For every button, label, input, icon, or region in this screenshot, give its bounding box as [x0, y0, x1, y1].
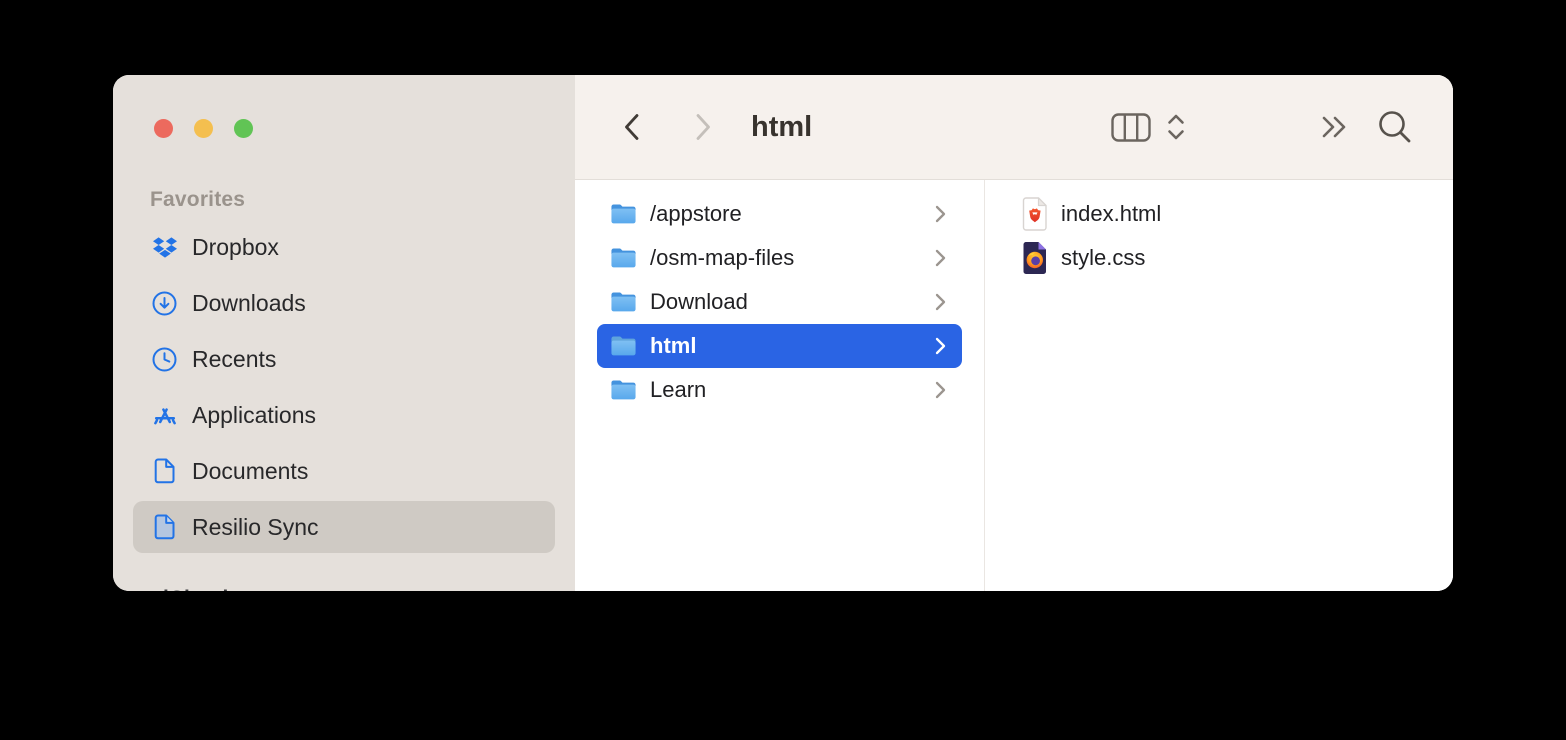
- item-name: Download: [650, 289, 748, 315]
- list-item-osm-map-files[interactable]: /osm-map-files: [597, 236, 962, 280]
- sidebar-item-resilio-sync[interactable]: Resilio Sync: [133, 501, 555, 553]
- sidebar-item-label: Documents: [192, 458, 308, 485]
- sidebar-section-favorites: Favorites: [150, 188, 245, 212]
- sidebar-item-applications[interactable]: Applications: [133, 387, 555, 443]
- window-title: html: [751, 75, 812, 179]
- document-icon: [151, 458, 178, 484]
- view-options-button[interactable]: [1163, 75, 1189, 179]
- list-item-index-html[interactable]: index.html: [1007, 192, 1431, 236]
- sidebar-item-downloads[interactable]: Downloads: [133, 275, 555, 331]
- main-pane: html: [575, 75, 1453, 591]
- sidebar-item-recents[interactable]: Recents: [133, 331, 555, 387]
- chevron-right-icon: [935, 381, 946, 399]
- sidebar-item-label: Dropbox: [192, 234, 279, 261]
- sidebar-item-label: Downloads: [192, 290, 306, 317]
- downloads-circle-icon: [151, 291, 178, 316]
- item-name: style.css: [1061, 245, 1145, 271]
- sidebar-list: Dropbox Downloads: [113, 219, 575, 555]
- column-view-button[interactable]: [1105, 75, 1157, 179]
- document-tinted-icon: [151, 514, 178, 540]
- item-name: /appstore: [650, 201, 742, 227]
- list-item-learn[interactable]: Learn: [597, 368, 962, 412]
- list-item-style-css[interactable]: style.css: [1007, 236, 1431, 280]
- back-chevron-icon: [623, 113, 640, 141]
- folder-icon: [610, 247, 637, 269]
- sidebar-item-label: Applications: [192, 402, 316, 429]
- item-name: html: [650, 333, 696, 359]
- brave-html-file-icon: [1022, 197, 1049, 231]
- chevron-right-icon: [935, 205, 946, 223]
- app-store-icon: [151, 403, 178, 427]
- item-name: Learn: [650, 377, 706, 403]
- forward-chevron-icon: [695, 113, 712, 141]
- sidebar: Favorites Dropbox: [113, 75, 575, 591]
- zoom-window-button[interactable]: [234, 119, 253, 138]
- toolbar-overflow-button[interactable]: [1317, 75, 1353, 179]
- double-chevron-right-icon: [1321, 115, 1349, 139]
- chevrons-up-down-icon: [1166, 114, 1186, 140]
- forward-button[interactable]: [687, 75, 719, 179]
- item-name: index.html: [1061, 201, 1161, 227]
- minimize-window-button[interactable]: [194, 119, 213, 138]
- toolbar: html: [575, 75, 1453, 180]
- finder-column-1: /appstore /osm-map-files: [575, 180, 985, 591]
- folder-icon: [610, 335, 637, 357]
- chevron-right-icon: [935, 337, 946, 355]
- folder-icon: [610, 203, 637, 225]
- search-button[interactable]: [1373, 75, 1417, 179]
- traffic-lights: [154, 119, 253, 138]
- sidebar-item-dropbox[interactable]: Dropbox: [133, 219, 555, 275]
- sidebar-item-label: Recents: [192, 346, 276, 373]
- list-item-html-selected[interactable]: html: [597, 324, 962, 368]
- finder-window: Favorites Dropbox: [113, 75, 1453, 591]
- chevron-right-icon: [935, 293, 946, 311]
- sidebar-item-documents[interactable]: Documents: [133, 443, 555, 499]
- sidebar-section-icloud-clipped: iCloud: [163, 587, 228, 591]
- search-icon: [1377, 109, 1413, 145]
- back-button[interactable]: [615, 75, 647, 179]
- close-window-button[interactable]: [154, 119, 173, 138]
- folder-icon: [610, 291, 637, 313]
- column-view-content: /appstore /osm-map-files: [575, 180, 1453, 591]
- folder-icon: [610, 379, 637, 401]
- list-item-appstore[interactable]: /appstore: [597, 192, 962, 236]
- column-view-icon: [1111, 113, 1151, 142]
- firefox-css-file-icon: [1022, 241, 1049, 275]
- finder-column-2: index.html style.css: [985, 180, 1453, 591]
- list-item-download[interactable]: Download: [597, 280, 962, 324]
- dropbox-icon: [151, 236, 178, 259]
- chevron-right-icon: [935, 249, 946, 267]
- item-name: /osm-map-files: [650, 245, 794, 271]
- sidebar-item-label: Resilio Sync: [192, 514, 319, 541]
- clock-icon: [151, 347, 178, 372]
